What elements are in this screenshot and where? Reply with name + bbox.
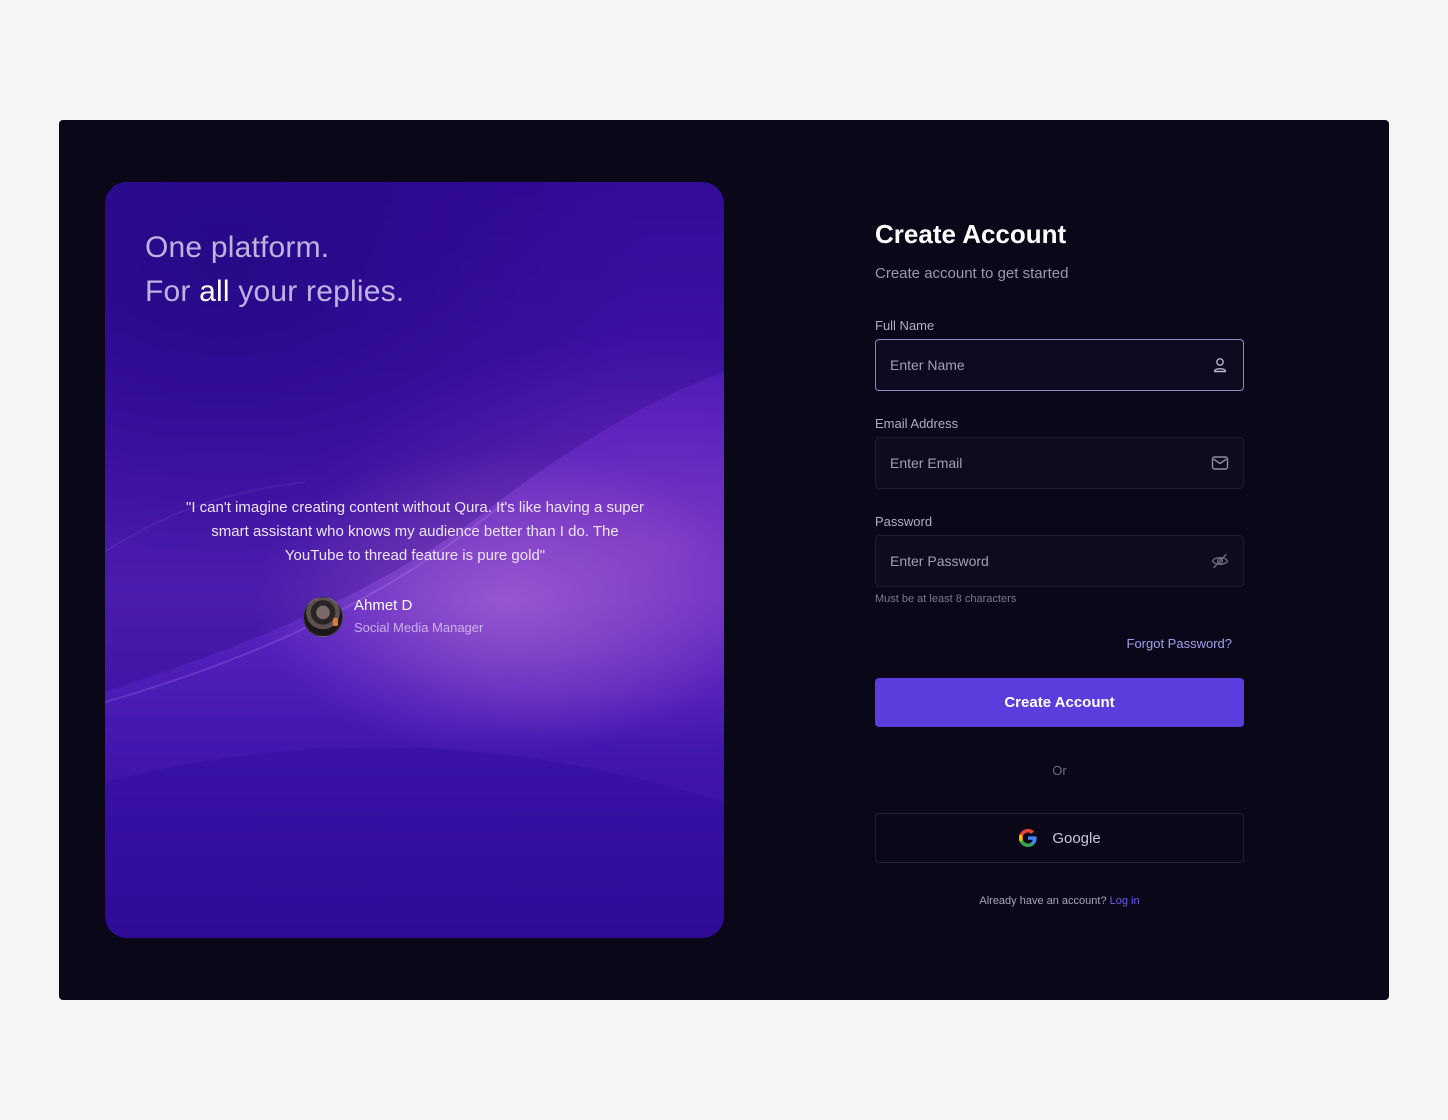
- email-field-box: [875, 437, 1244, 489]
- or-divider: Or: [1052, 763, 1067, 778]
- promo-panel: One platform. For all your replies. "I c…: [105, 182, 724, 938]
- password-group: Password Must be at least 8 characters: [875, 514, 1244, 606]
- full-name-label: Full Name: [875, 318, 935, 333]
- google-logo-icon: [1019, 829, 1037, 847]
- headline-line-2-pre: For: [145, 275, 191, 308]
- headline-line-2-post: your replies.: [238, 275, 405, 308]
- forgot-password-link[interactable]: Forgot Password?: [875, 636, 1233, 652]
- password-hint: Must be at least 8 characters: [875, 593, 1017, 605]
- app-frame: One platform. For all your replies. "I c…: [59, 120, 1389, 1000]
- login-prompt-text: Already have an account?: [979, 895, 1107, 907]
- email-input[interactable]: [876, 438, 1243, 488]
- user-icon: [1213, 358, 1227, 373]
- login-prompt: Already have an account? Log in: [875, 894, 1244, 908]
- promo-headline: One platform. For all your replies.: [145, 226, 404, 314]
- signup-form: Create Account Create account to get sta…: [875, 214, 1244, 908]
- avatar: [303, 597, 343, 637]
- mail-icon: [1211, 456, 1229, 470]
- page-title: Create Account: [875, 219, 1067, 249]
- password-label: Password: [875, 514, 933, 529]
- page-subtitle: Create account to get started: [875, 265, 1069, 282]
- full-name-group: Full Name: [875, 318, 1244, 391]
- login-link[interactable]: Log in: [1110, 895, 1140, 907]
- google-signin-button[interactable]: Google: [875, 813, 1244, 863]
- eye-off-icon[interactable]: [1211, 552, 1229, 570]
- email-group: Email Address: [875, 416, 1244, 489]
- create-account-button[interactable]: Create Account: [875, 678, 1244, 727]
- headline-line-1: One platform.: [145, 231, 330, 264]
- google-button-label: Google: [1052, 829, 1101, 847]
- testimonial-quote: "I can't imagine creating content withou…: [186, 499, 644, 564]
- email-label: Email Address: [875, 416, 959, 431]
- headline-emphasis: all: [199, 275, 230, 308]
- password-field-box: [875, 535, 1244, 587]
- author-details: Ahmet D Social Media Manager: [354, 596, 483, 638]
- author-role: Social Media Manager: [354, 620, 484, 635]
- password-input[interactable]: [876, 536, 1243, 586]
- full-name-input[interactable]: [876, 340, 1243, 390]
- full-name-field-box: [875, 339, 1244, 391]
- headline-line-2: For all your replies.: [145, 270, 404, 314]
- author-name: Ahmet D: [354, 597, 413, 614]
- testimonial-author: Ahmet D Social Media Manager: [303, 596, 483, 638]
